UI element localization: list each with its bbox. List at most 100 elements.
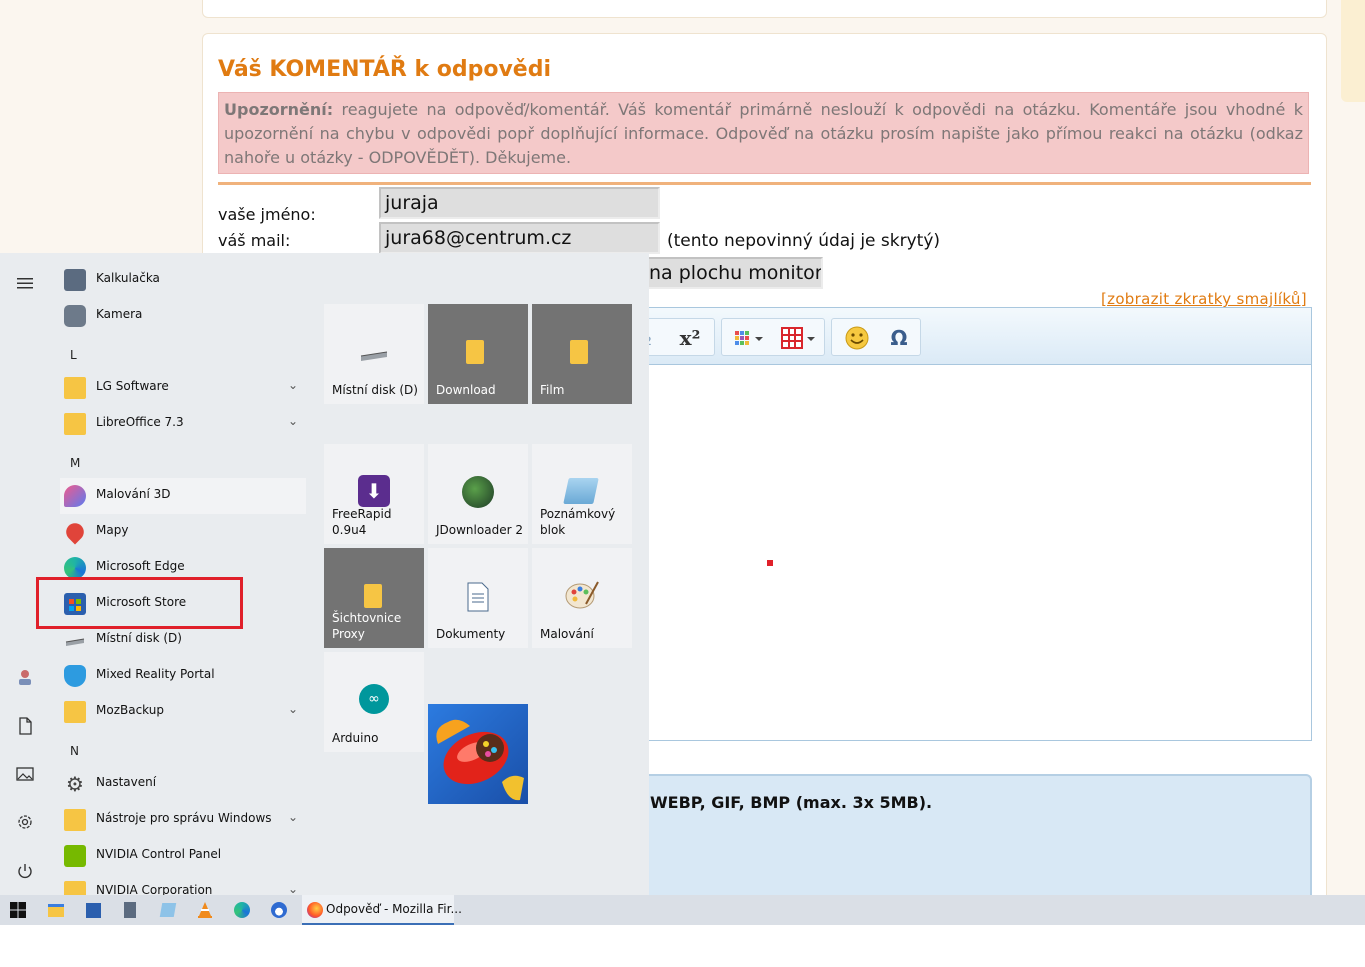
app-nvidia-control-panel[interactable]: NVIDIA Control Panel [60, 838, 306, 874]
vlc-icon[interactable] [196, 901, 214, 919]
app-maps[interactable]: Mapy [60, 514, 306, 550]
tile-sichtovnice-proxy[interactable]: Šichtovnice Proxy [324, 548, 424, 648]
app-mixed-reality-portal[interactable]: Mixed Reality Portal [60, 658, 306, 694]
taskbar-firefox-window[interactable]: Odpověď - Mozilla Fir... [302, 895, 462, 925]
tile-notepad[interactable]: Poznámkový blok [532, 444, 632, 544]
firefox-icon [306, 901, 324, 919]
blocks-button[interactable] [732, 325, 768, 351]
app-nvidia-corporation[interactable]: NVIDIA Corporation ⌄ [60, 874, 306, 895]
tile-label: FreeRapid 0.9u4 [332, 507, 392, 537]
camera-icon [64, 305, 86, 327]
warning-box: Upozornění: reagujete na odpověď/komentá… [218, 92, 1309, 174]
annotation-highlight-box [36, 577, 243, 629]
pictures-icon[interactable] [15, 764, 35, 784]
app-calculator[interactable]: Kalkulačka [60, 262, 306, 298]
notepad-icon[interactable] [159, 901, 177, 919]
app-label: LibreOffice 7.3 [96, 415, 184, 429]
tile-candy-crush[interactable] [428, 704, 528, 804]
mixed-reality-icon [64, 665, 86, 687]
user-avatar-icon[interactable] [15, 667, 35, 687]
app-label: Mixed Reality Portal [96, 667, 215, 681]
mail-field[interactable]: jura68@centrum.cz [379, 222, 660, 254]
tile-film[interactable]: Film [532, 304, 632, 404]
letter-header-n[interactable]: N [70, 744, 79, 758]
letter-header-m[interactable]: M [70, 456, 80, 470]
drive-icon [64, 629, 86, 651]
chevron-down-icon: ⌄ [288, 810, 299, 824]
show-smiley-shortcuts-link[interactable]: [zobrazit zkratky smajlíků] [1101, 290, 1307, 308]
app-paint-3d[interactable]: Malování 3D [60, 478, 306, 514]
taskbar: Odpověď - Mozilla Fir... [0, 895, 1365, 925]
app-mozbackup[interactable]: MozBackup ⌄ [60, 694, 306, 730]
gear-icon: ⚙ [66, 772, 84, 796]
tile-label: JDownloader 2 [436, 523, 523, 537]
app-label: Microsoft Edge [96, 559, 185, 573]
tile-arduino[interactable]: ∞ Arduino [324, 652, 424, 752]
tile-label: Dokumenty [436, 627, 506, 641]
folder-icon [364, 584, 382, 608]
folder-icon [570, 340, 588, 364]
documents-icon[interactable] [15, 716, 35, 736]
tile-download[interactable]: Download [428, 304, 528, 404]
calculator-icon [64, 269, 86, 291]
comment-editor[interactable]: ₂ x² [620, 307, 1312, 741]
nvidia-icon [64, 845, 86, 867]
thunderbird-icon[interactable] [270, 901, 288, 919]
edge-icon[interactable] [233, 901, 251, 919]
notepad-icon [563, 478, 599, 504]
tile-paint[interactable]: Malování [532, 548, 632, 648]
settings-gear-icon[interactable] [15, 812, 35, 832]
editor-toolbar: ₂ x² [621, 308, 1311, 365]
previous-card [202, 0, 1327, 18]
warning-text: reagujete na odpověď/komentář. Váš komen… [224, 100, 1303, 167]
tile-freerapid[interactable]: ⬇ FreeRapid 0.9u4 [324, 444, 424, 544]
app-settings[interactable]: ⚙ Nastavení [60, 766, 306, 802]
tile-label: Film [540, 383, 565, 397]
chevron-down-icon: ⌄ [288, 882, 299, 895]
name-field[interactable]: juraja [379, 187, 660, 219]
warning-bold: Upozornění: [224, 100, 334, 119]
chevron-down-icon: ⌄ [288, 414, 299, 428]
tile-label: Šichtovnice Proxy [332, 611, 402, 641]
special-character-button[interactable]: Ω [886, 325, 912, 351]
smiley-icon [845, 326, 869, 350]
tile-label: Poznámkový blok [540, 507, 616, 537]
mail-label: váš mail: [218, 231, 291, 250]
windows-start-icon[interactable] [9, 901, 27, 919]
map-pin-icon [62, 519, 88, 545]
upload-formats-text: WEBP, GIF, BMP (max. 3x 5MB). [650, 793, 933, 812]
app-lg-software[interactable]: LG Software ⌄ [60, 370, 306, 406]
app-label: Kalkulačka [96, 271, 160, 285]
power-icon[interactable] [15, 861, 35, 881]
app-label: Malování 3D [96, 487, 171, 501]
app-label: NVIDIA Control Panel [96, 847, 222, 861]
app-label: MozBackup [96, 703, 164, 717]
file-explorer-icon[interactable] [47, 901, 65, 919]
document-icon [467, 582, 489, 612]
jdownloader-icon [462, 476, 494, 508]
calculator-icon[interactable] [121, 901, 139, 919]
folder-icon [64, 413, 86, 435]
tile-documents[interactable]: Dokumenty [428, 548, 528, 648]
app-libreoffice[interactable]: LibreOffice 7.3 ⌄ [60, 406, 306, 442]
letter-header-l[interactable]: L [70, 348, 77, 362]
table-button[interactable] [778, 325, 818, 351]
chevron-down-icon: ⌄ [288, 378, 299, 392]
tile-label: Arduino [332, 731, 379, 745]
app-label: Mapy [96, 523, 129, 537]
app-windows-admin-tools[interactable]: Nástroje pro správu Windows ⌄ [60, 802, 306, 838]
hamburger-menu-icon[interactable] [15, 273, 35, 293]
app-label: Nástroje pro správu Windows [96, 811, 272, 825]
tile-label: Místní disk (D) [332, 383, 418, 397]
store-icon[interactable] [84, 901, 102, 919]
superscript-button[interactable]: x² [676, 325, 704, 351]
app-camera[interactable]: Kamera [60, 298, 306, 334]
app-label: LG Software [96, 379, 169, 393]
edge-icon [64, 557, 86, 579]
name-label: vaše jméno: [218, 205, 316, 224]
smiley-button[interactable] [844, 325, 870, 351]
tile-local-disk-d[interactable]: Místní disk (D) [324, 304, 424, 404]
side-panel-tab[interactable] [1341, 0, 1365, 102]
tile-jdownloader[interactable]: JDownloader 2 [428, 444, 528, 544]
app-label: Kamera [96, 307, 143, 321]
